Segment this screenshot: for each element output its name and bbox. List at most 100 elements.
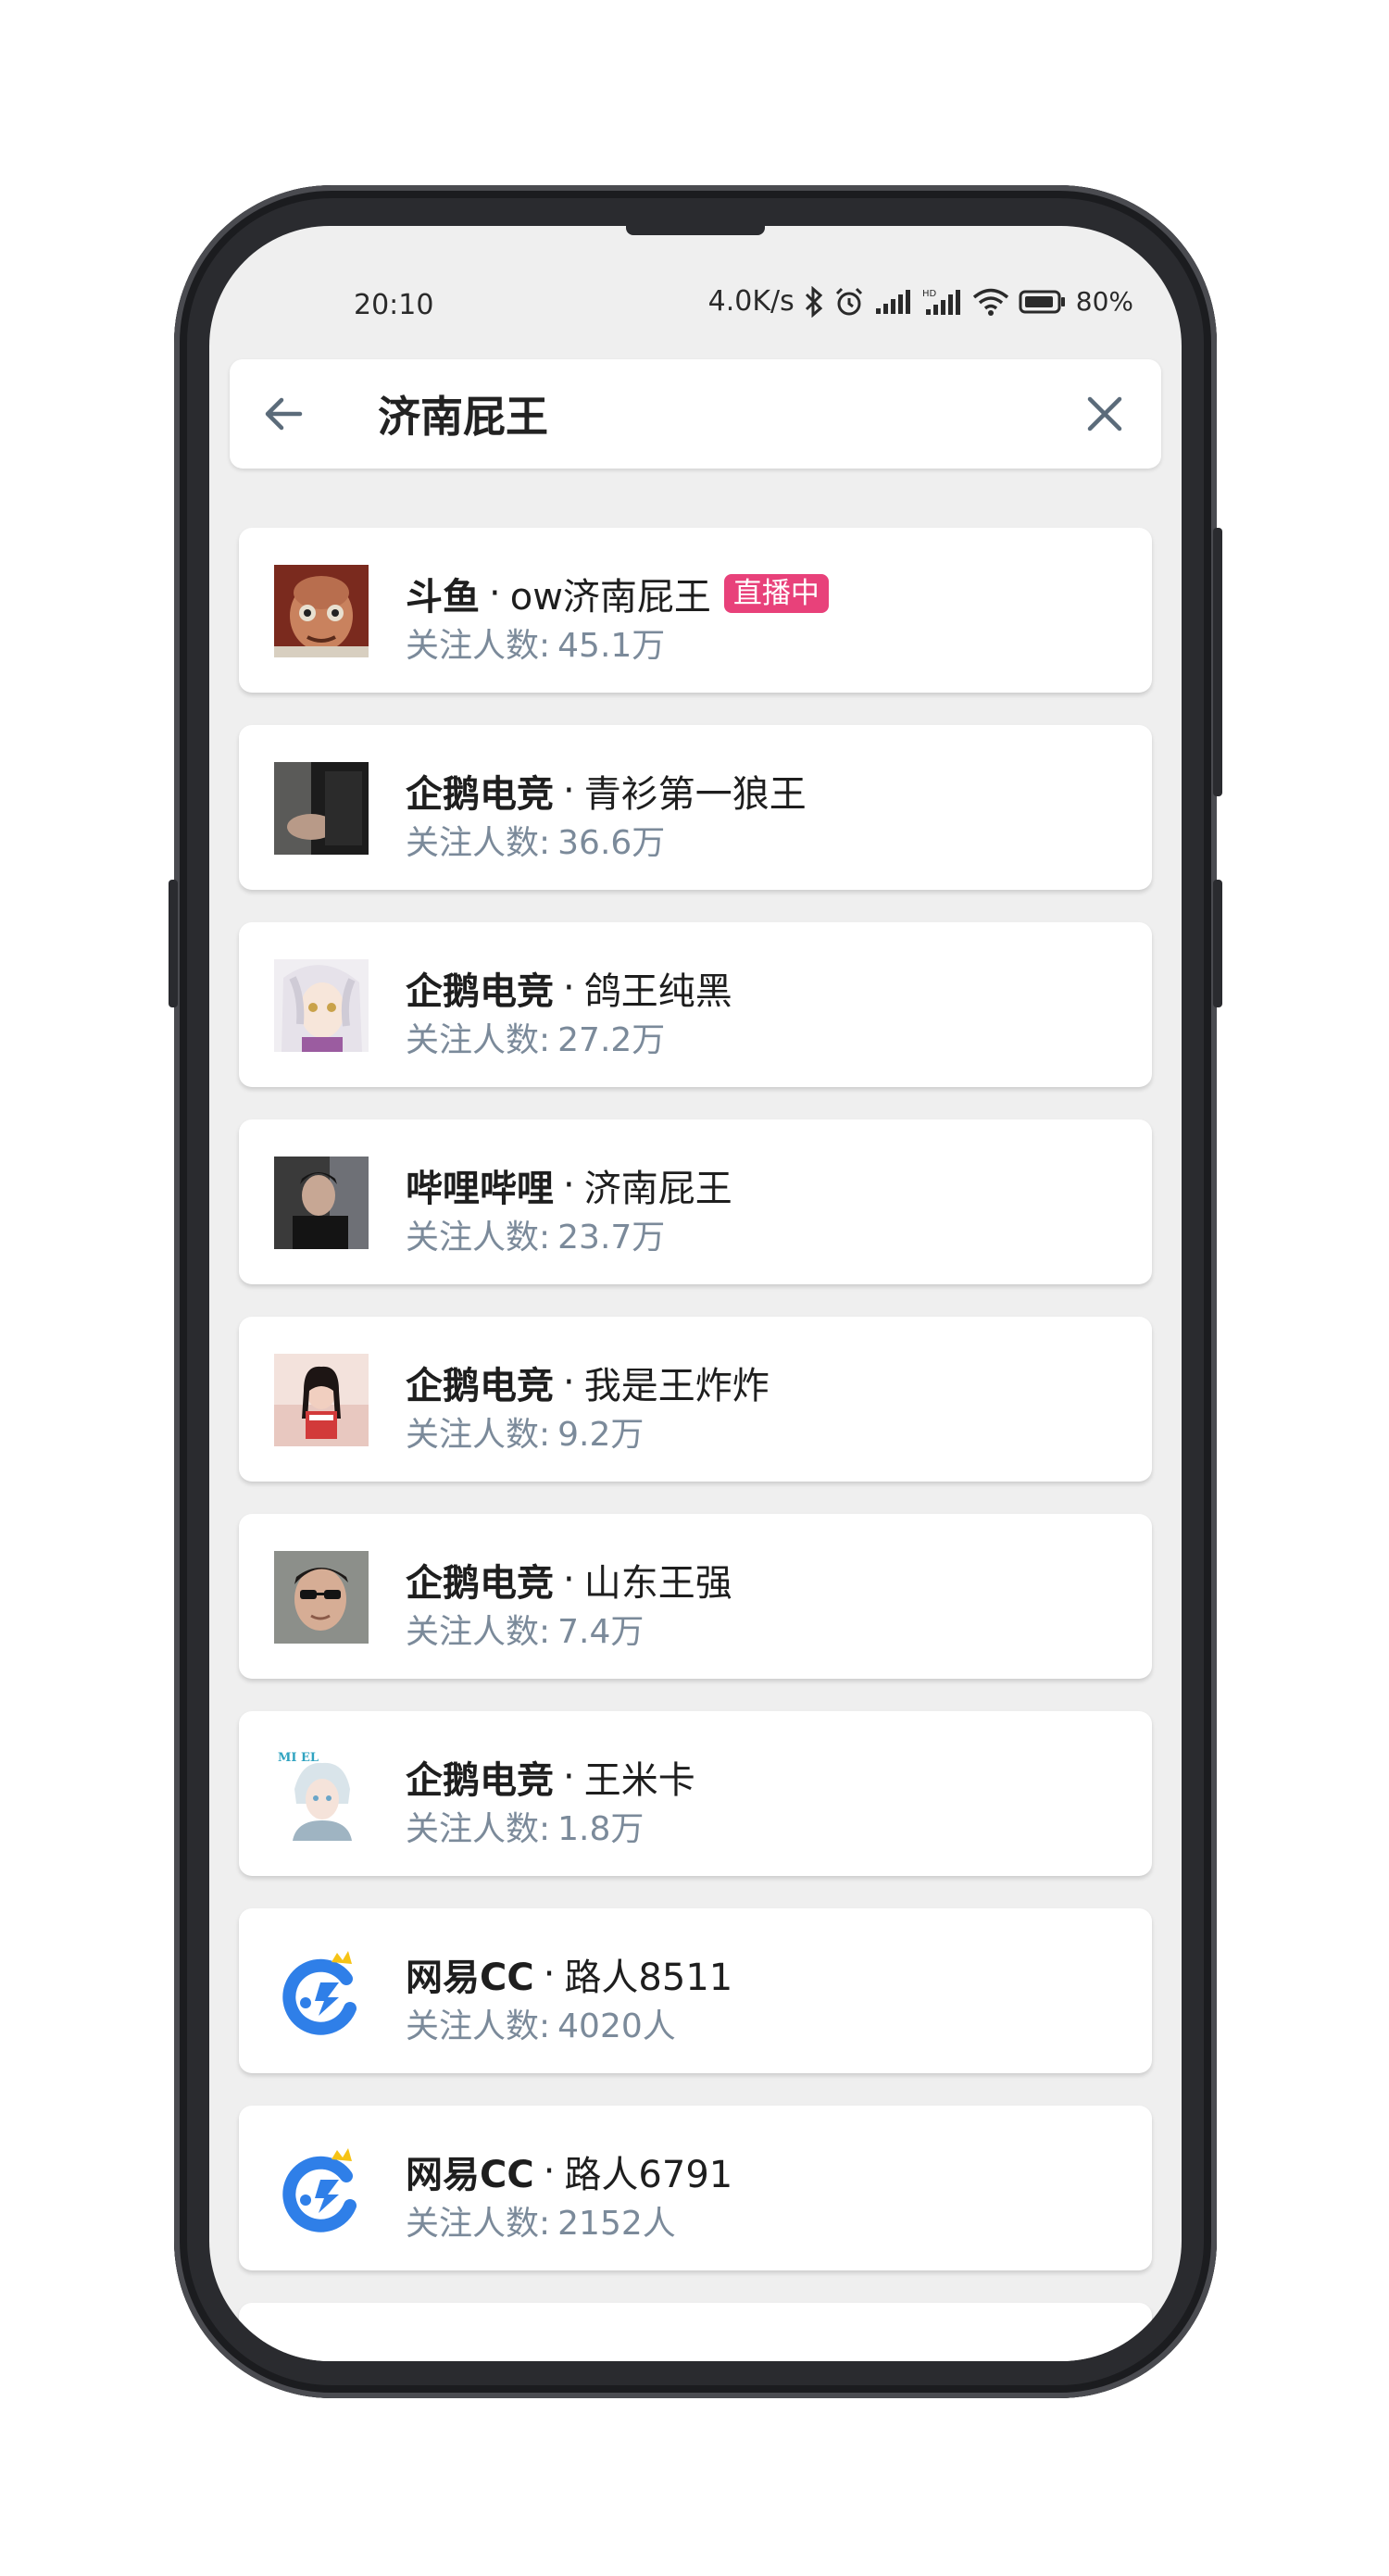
result-title: 企鹅电竞 · 鸽王纯黑 — [406, 961, 732, 1015]
streamer-name: 我是王炸炸 — [583, 1365, 770, 1407]
follower-value: 7.4万 — [557, 1613, 644, 1651]
follower-count: 关注人数: 1.8万 — [406, 1802, 644, 1850]
platform-name: 企鹅电竞 — [406, 1562, 554, 1605]
streamer-name: 路人6791 — [564, 2154, 733, 2196]
follower-label: 关注人数: — [406, 627, 551, 665]
alarm-icon — [833, 286, 865, 318]
follower-value: 36.6万 — [557, 824, 666, 862]
separator-dot: · — [489, 572, 501, 615]
platform-name: 哔哩哔哩 — [406, 1168, 554, 1210]
avatar — [274, 2143, 369, 2235]
volume-button — [169, 880, 178, 1007]
follower-label: 关注人数: — [406, 1021, 551, 1059]
follower-value: 1.8万 — [557, 1810, 644, 1848]
avatar — [274, 1551, 369, 1644]
streamer-name: 鸽王纯黑 — [583, 970, 732, 1013]
follower-label: 关注人数: — [406, 1219, 551, 1257]
signal-icon — [874, 288, 913, 316]
follower-label: 关注人数: — [406, 2007, 551, 2045]
result-card[interactable]: 斗鱼 · ow济南屁王 直播中 关注人数: 45.1万 — [239, 528, 1152, 693]
separator-dot: · — [563, 1558, 575, 1601]
follower-label: 关注人数: — [406, 1416, 551, 1454]
platform-name: 企鹅电竞 — [406, 970, 554, 1013]
battery-percent: 80% — [1075, 286, 1133, 317]
follower-label: 关注人数: — [406, 2205, 551, 2243]
result-title: 哔哩哔哩 · 济南屁王 — [406, 1158, 732, 1212]
follower-label: 关注人数: — [406, 1810, 551, 1848]
platform-name: 企鹅电竞 — [406, 1759, 554, 1802]
platform-name: 企鹅电竞 — [406, 773, 554, 816]
platform-name: 企鹅电竞 — [406, 1365, 554, 1407]
close-icon — [1087, 396, 1122, 431]
follower-value: 9.2万 — [557, 1416, 644, 1454]
svg-text:HD: HD — [922, 289, 937, 299]
avatar — [274, 1945, 369, 2038]
search-input[interactable] — [378, 383, 1026, 444]
separator-dot: · — [543, 2150, 556, 2193]
clear-button[interactable] — [1082, 391, 1128, 437]
result-card[interactable]: 网易CC · 路人6791 关注人数: 2152人 — [239, 2106, 1152, 2270]
result-title: 企鹅电竞 · 王米卡 — [406, 1750, 695, 1804]
result-card[interactable]: 企鹅电竞 · 山东王强 关注人数: 7.4万 — [239, 1514, 1152, 1679]
streamer-name: 山东王强 — [583, 1562, 732, 1605]
follower-count: 关注人数: 27.2万 — [406, 1013, 665, 1061]
follower-value: 23.7万 — [557, 1219, 666, 1257]
avatar — [274, 565, 369, 657]
result-title: 斗鱼 · ow济南屁王 直播中 — [406, 567, 829, 620]
streamer-name: 王米卡 — [583, 1759, 695, 1802]
separator-dot: · — [563, 967, 575, 1009]
follower-count: 关注人数: 36.6万 — [406, 816, 665, 864]
separator-dot: · — [563, 1756, 575, 1798]
result-card[interactable]: MI EL 企鹅电竞 · 王米卡 关注人数: 1.8万 — [239, 1711, 1152, 1876]
platform-name: 斗鱼 — [406, 576, 480, 619]
follower-count: 关注人数: 45.1万 — [406, 619, 665, 667]
platform-name: 网易CC — [406, 1957, 534, 1999]
streamer-name: 青衫第一狼王 — [583, 773, 807, 816]
screen: 20:10 4.0K/s HD 80% 济南屁王 斗鱼 · ow济南屁王 直播中… — [209, 226, 1182, 2361]
search-bar — [230, 359, 1161, 469]
follower-count: 关注人数: 23.7万 — [406, 1210, 665, 1258]
follower-value: 4020人 — [557, 2007, 676, 2045]
result-card[interactable]: 企鹅电竞 · 鸽王纯黑 关注人数: 27.2万 — [239, 922, 1152, 1087]
avatar — [274, 1354, 369, 1446]
wifi-icon — [972, 287, 1009, 317]
avatar: MI EL — [274, 1748, 369, 1841]
battery-icon — [1019, 288, 1067, 316]
avatar — [274, 1157, 369, 1249]
streamer-name: ow济南屁王 — [509, 576, 711, 619]
status-icons: 4.0K/s HD 80% — [708, 285, 1133, 318]
result-title: 企鹅电竞 · 青衫第一狼王 — [406, 764, 807, 818]
signal-hd-icon: HD — [922, 287, 963, 317]
status-time: 20:10 — [354, 289, 434, 321]
streamer-name: 济南屁王 — [583, 1168, 732, 1210]
follower-count: 关注人数: 9.2万 — [406, 1407, 644, 1456]
result-card[interactable]: 企鹅电竞 · 青衫第一狼王 关注人数: 36.6万 — [239, 725, 1152, 890]
follower-count: 关注人数: 2152人 — [406, 2196, 676, 2245]
separator-dot: · — [563, 1361, 575, 1404]
result-title: 企鹅电竞 · 山东王强 — [406, 1553, 732, 1607]
result-title: 网易CC · 路人6791 — [406, 2145, 732, 2198]
follower-value: 27.2万 — [557, 1021, 666, 1059]
follower-label: 关注人数: — [406, 824, 551, 862]
notch — [626, 226, 765, 235]
result-card[interactable]: 哔哩哔哩 · 济南屁王 关注人数: 23.7万 — [239, 1119, 1152, 1284]
result-title: 网易CC · 路人8511 — [406, 1947, 732, 2001]
power-button — [1213, 528, 1222, 796]
result-card[interactable]: 网易CC · 路人8511 关注人数: 4020人 — [239, 1908, 1152, 2073]
result-title: 企鹅电竞 · 我是王炸炸 — [406, 1356, 770, 1409]
follower-label: 关注人数: — [406, 1613, 551, 1651]
separator-dot: · — [563, 769, 575, 812]
back-button[interactable] — [261, 391, 307, 437]
separator-dot: · — [543, 1953, 556, 1995]
bluetooth-icon — [804, 285, 824, 318]
net-speed: 4.0K/s — [707, 285, 795, 318]
status-bar: 20:10 4.0K/s HD 80% — [209, 274, 1182, 339]
avatar — [274, 959, 369, 1052]
result-card[interactable]: 企鹅电竞 · 我是王炸炸 关注人数: 9.2万 — [239, 1317, 1152, 1482]
live-badge: 直播中 — [723, 574, 829, 613]
separator-dot: · — [563, 1164, 575, 1207]
svg-text:MI EL: MI EL — [278, 1751, 319, 1765]
follower-value: 2152人 — [557, 2205, 676, 2243]
side-button — [1213, 880, 1222, 1007]
result-card-partial[interactable] — [239, 2303, 1152, 2361]
